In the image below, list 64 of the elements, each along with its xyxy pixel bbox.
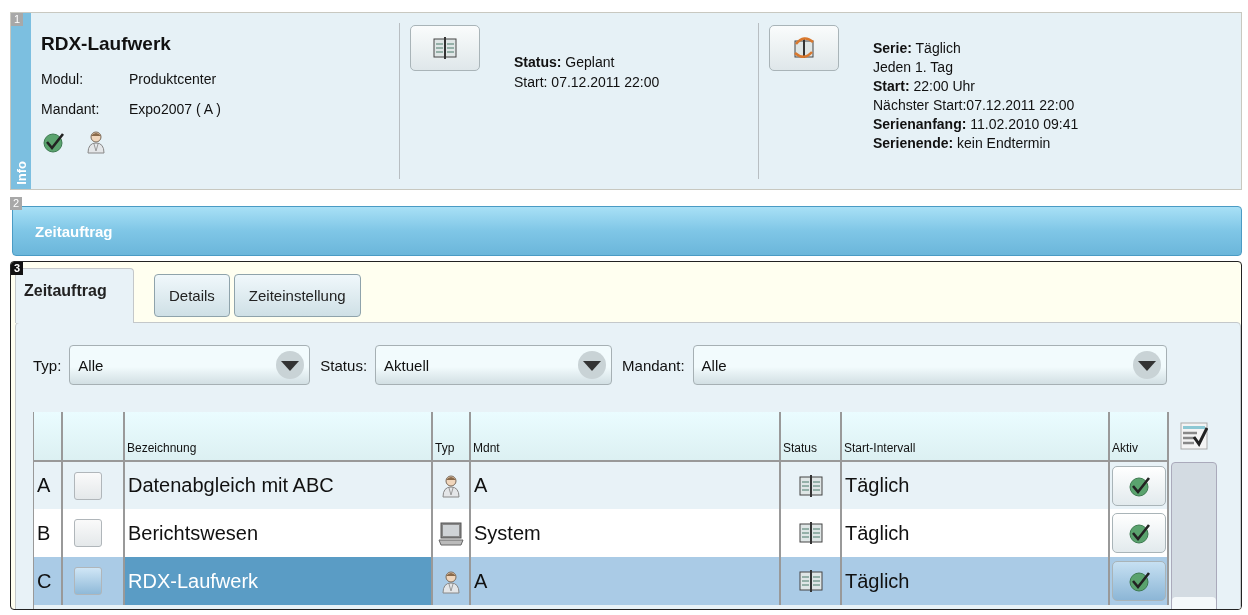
active-toggle[interactable] (1111, 561, 1166, 601)
checkbox[interactable] (74, 471, 102, 500)
column-header[interactable]: Typ (433, 412, 471, 462)
notebook-icon (432, 36, 458, 60)
tab[interactable]: Details (154, 274, 230, 317)
person-icon (440, 568, 462, 594)
active-toggle[interactable] (1111, 513, 1166, 553)
dropdown[interactable]: Alle (692, 345, 1167, 385)
column-header[interactable]: Start-Intervall (842, 412, 1110, 462)
notebook-icon (797, 521, 824, 545)
filter-label: Status: (320, 356, 368, 374)
panel-number: 3 (11, 262, 24, 275)
series-button[interactable] (769, 25, 839, 71)
row-label: A (34, 462, 63, 509)
series-line: Nächster Start:07.12.2011 22:00 (873, 96, 1076, 115)
person-icon (440, 473, 462, 498)
column-header[interactable]: Mdnt (471, 412, 781, 462)
series-line: Serie: Täglich (873, 39, 962, 58)
column-header[interactable]: Aktiv (1110, 412, 1169, 462)
title-bar-text: Zeitauftrag (35, 222, 113, 240)
refresh-notebook-icon (791, 35, 817, 61)
row-label: B (34, 509, 63, 557)
field-value: Expo2007 ( A ) (129, 101, 221, 117)
table-cell: Täglich (842, 557, 1110, 605)
series-line: Start: 22:00 Uhr (873, 77, 976, 96)
status-line: Start: 07.12.2011 22:00 (514, 73, 660, 92)
checkbox[interactable] (74, 519, 102, 547)
person-icon (85, 129, 107, 154)
panel-number: 2 (10, 197, 23, 210)
table-cell: RDX-Laufwerk (125, 557, 433, 605)
tab[interactable]: Zeiteinstellung (233, 274, 361, 317)
table-cell: A (471, 557, 781, 605)
notebook-icon (797, 569, 824, 593)
checkmark-icon (1126, 521, 1151, 545)
filter-label: Mandant: (622, 356, 685, 374)
column-header[interactable]: Bezeichnung (125, 412, 433, 462)
table-cell: Berichtswesen (125, 509, 433, 557)
series-line: Serienanfang: 11.02.2010 09:41 (873, 115, 1079, 134)
filter-label: Typ: (33, 356, 62, 374)
field-label: Mandant: (41, 101, 101, 117)
side-label: Info (13, 161, 29, 185)
dropdown[interactable]: Aktuell (375, 345, 613, 385)
active-toggle[interactable] (1111, 465, 1166, 506)
field-label: Modul: (41, 71, 85, 87)
panel-number: 1 (11, 13, 24, 26)
column-header[interactable]: Status (781, 412, 842, 462)
table-cell: System (471, 509, 781, 557)
table-cell: A (471, 462, 781, 509)
notebook-icon (797, 473, 824, 498)
schedule-button[interactable] (410, 25, 480, 71)
table-cell: Täglich (842, 509, 1110, 557)
series-line: Serienende: kein Endtermin (873, 134, 1052, 153)
checkbox[interactable] (74, 567, 102, 595)
dropdown[interactable]: Alle (69, 345, 311, 385)
row-label: C (34, 557, 63, 605)
field-value: Produktcenter (129, 71, 217, 87)
scrollbar[interactable] (1171, 462, 1217, 609)
checkmark-icon (1126, 569, 1151, 593)
record-title: RDX-Laufwerk (41, 33, 172, 55)
table-cell: Täglich (842, 462, 1110, 509)
status-line: Status: Geplant (514, 53, 616, 72)
series-line: Jeden 1. Tag (873, 58, 954, 77)
checklist-icon (1180, 421, 1208, 450)
computer-icon (438, 520, 464, 546)
